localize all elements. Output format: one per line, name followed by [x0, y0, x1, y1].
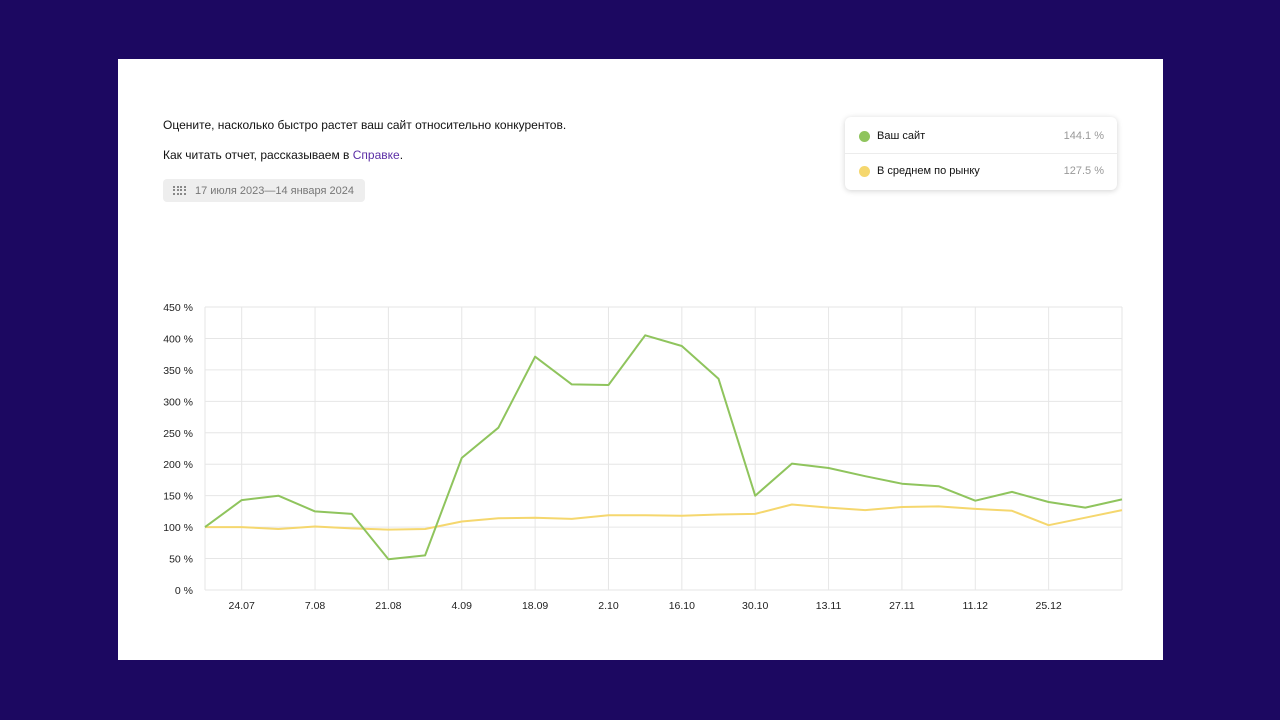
x-tick-label: 21.08 — [375, 600, 401, 612]
y-tick-label: 450 % — [163, 302, 193, 314]
y-tick-label: 50 % — [169, 554, 193, 566]
y-tick-label: 100 % — [163, 522, 193, 534]
x-tick-label: 2.10 — [598, 600, 619, 612]
x-tick-label: 27.11 — [889, 600, 915, 612]
x-tick-label: 11.12 — [963, 600, 989, 612]
x-tick-label: 13.11 — [816, 600, 842, 612]
x-tick-label: 4.09 — [452, 600, 473, 612]
x-tick-label: 16.10 — [669, 600, 695, 612]
y-tick-label: 0 % — [175, 585, 193, 597]
y-tick-label: 300 % — [163, 396, 193, 408]
x-tick-label: 7.08 — [305, 600, 326, 612]
y-tick-label: 250 % — [163, 428, 193, 440]
report-card: Оцените, насколько быстро растет ваш сай… — [118, 59, 1163, 660]
series-line — [205, 503, 1123, 531]
x-tick-label: 25.12 — [1035, 600, 1061, 612]
y-tick-label: 150 % — [163, 491, 193, 503]
series-line — [204, 334, 1123, 561]
x-tick-label: 24.07 — [229, 600, 255, 612]
y-tick-label: 350 % — [163, 365, 193, 377]
x-tick-label: 18.09 — [522, 600, 548, 612]
line-chart: 0 % 50 % 100 % 150 % 200 % 250 % 300 % 350 % 400… — [163, 302, 1123, 612]
y-tick-label: 200 % — [163, 459, 193, 471]
y-tick-label: 400 % — [163, 333, 193, 345]
x-tick-label: 30.10 — [742, 600, 768, 612]
